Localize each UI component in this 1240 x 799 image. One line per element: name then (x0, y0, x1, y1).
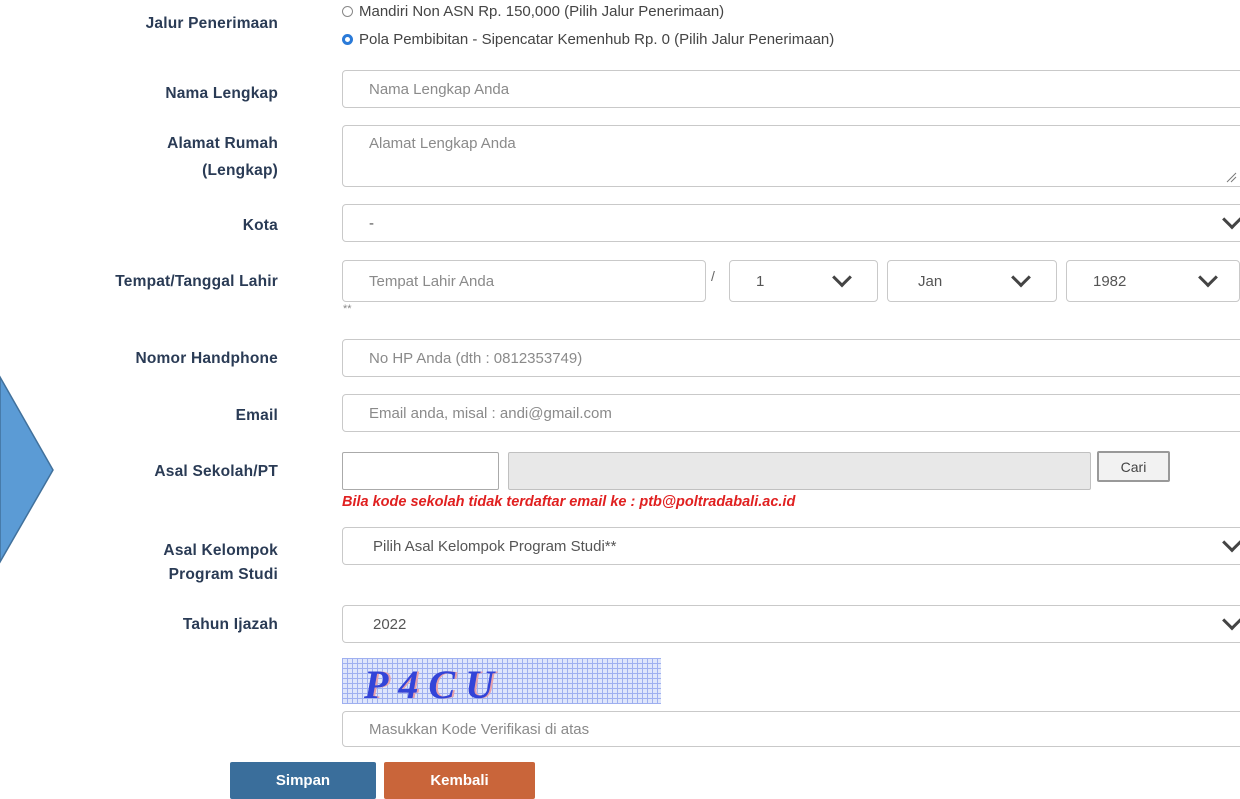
alamat-label-line2: (Lengkap) (202, 162, 278, 179)
month-select[interactable]: Jan (887, 260, 1057, 302)
day-select[interactable]: 1 (729, 260, 878, 302)
tahun-select[interactable]: 2022 (342, 605, 1240, 643)
sekolah-label: Asal Sekolah/PT (154, 463, 278, 480)
chevron-down-icon (1222, 532, 1240, 553)
tempat-lahir-input[interactable]: Tempat Lahir Anda (342, 260, 706, 302)
sekolah-nama-input (508, 452, 1091, 490)
kota-value: - (369, 214, 374, 232)
simpan-button[interactable]: Simpan (230, 762, 376, 799)
radio-pola-label: Pola Pembibitan - Sipencatar Kemenhub Rp… (359, 31, 835, 48)
chevron-down-icon (832, 267, 852, 288)
email-label: Email (235, 407, 278, 424)
resize-handle-icon[interactable] (1225, 171, 1237, 183)
radio-mandiri-label: Mandiri Non ASN Rp. 150,000 (Pilih Jalur… (359, 3, 725, 20)
radio-mandiri[interactable] (342, 6, 353, 17)
captcha-image: P4CU (342, 658, 661, 704)
alamat-label-line1: Alamat Rumah (167, 135, 278, 152)
cari-button[interactable]: Cari (1097, 451, 1170, 482)
captcha-input[interactable]: Masukkan Kode Verifikasi di atas (342, 711, 1240, 747)
hp-placeholder: No HP Anda (dth : 0812353749) (369, 349, 583, 367)
chevron-down-icon (1198, 267, 1218, 288)
chevron-down-icon (1222, 209, 1240, 230)
kota-label: Kota (242, 217, 278, 234)
alamat-placeholder: Alamat Lengkap Anda (369, 135, 516, 152)
chevron-down-icon (1222, 610, 1240, 631)
alamat-label: Alamat Rumah (Lengkap) (167, 133, 278, 182)
captcha-text: P4CU (364, 662, 504, 704)
ttl-label: Tempat/Tanggal Lahir (115, 273, 278, 290)
year-value: 1982 (1093, 272, 1127, 290)
kembali-button[interactable]: Kembali (384, 762, 535, 799)
sekolah-kode-input[interactable] (342, 452, 499, 490)
alamat-textarea[interactable]: Alamat Lengkap Anda (342, 125, 1240, 187)
kelompok-select[interactable]: Pilih Asal Kelompok Program Studi** (342, 527, 1240, 565)
day-value: 1 (756, 272, 765, 290)
month-value: Jan (918, 272, 943, 290)
tahun-value: 2022 (373, 615, 407, 633)
email-placeholder: Email anda, misal : andi@gmail.com (369, 404, 612, 422)
hp-input[interactable]: No HP Anda (dth : 0812353749) (342, 339, 1240, 377)
nama-placeholder: Nama Lengkap Anda (369, 80, 510, 98)
kota-select[interactable]: - (342, 204, 1240, 242)
year-select[interactable]: 1982 (1066, 260, 1240, 302)
nama-input[interactable]: Nama Lengkap Anda (342, 70, 1240, 108)
sekolah-warning: Bila kode sekolah tidak terdaftar email … (342, 494, 796, 510)
nama-label: Nama Lengkap (165, 85, 278, 102)
radio-option-mandiri[interactable]: Mandiri Non ASN Rp. 150,000 (Pilih Jalur… (342, 3, 724, 20)
kelompok-value: Pilih Asal Kelompok Program Studi** (373, 537, 617, 555)
ttl-note: ** (343, 303, 352, 315)
tempat-lahir-placeholder: Tempat Lahir Anda (369, 272, 495, 290)
chevron-down-icon (1011, 267, 1031, 288)
captcha-placeholder: Masukkan Kode Verifikasi di atas (369, 720, 590, 738)
kelompok-label-line1: Asal Kelompok (163, 542, 278, 559)
cari-label: Cari (1120, 458, 1147, 475)
radio-pola[interactable] (342, 34, 353, 45)
simpan-label: Simpan (275, 772, 331, 789)
radio-option-pola[interactable]: Pola Pembibitan - Sipencatar Kemenhub Rp… (342, 31, 834, 48)
jalur-label: Jalur Penerimaan (145, 15, 278, 32)
kelompok-label: Asal Kelompok Program Studi (163, 539, 278, 587)
ttl-separator: / (711, 268, 715, 284)
email-input[interactable]: Email anda, misal : andi@gmail.com (342, 394, 1240, 432)
kelompok-label-line2: Program Studi (168, 566, 278, 583)
kembali-label: Kembali (430, 772, 489, 789)
hp-label: Nomor Handphone (135, 350, 278, 367)
tahun-label: Tahun Ijazah (182, 616, 278, 633)
pointer-arrow-shape (0, 375, 54, 564)
